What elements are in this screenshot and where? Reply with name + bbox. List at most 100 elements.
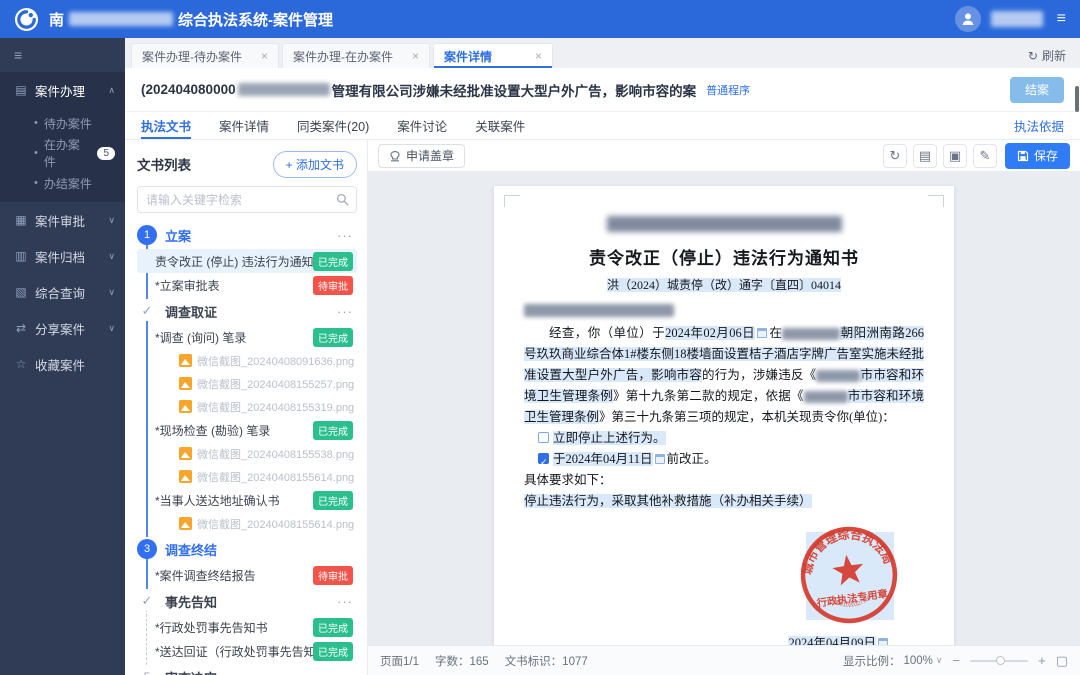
sidebar-subitem-label: 办结案件 [44, 175, 92, 192]
attachment-row[interactable]: 微信截图_20240408155257.png [137, 372, 357, 395]
subtab-4[interactable]: 关联案件 [475, 112, 525, 139]
ellipsis-menu-icon[interactable]: ··· [337, 594, 353, 609]
sidebar-item-3[interactable]: ▧综合查询∨ [0, 274, 125, 310]
document-row[interactable]: *调查 (询问) 笔录已完成 [137, 325, 357, 349]
sidebar-subitem-label: 待办案件 [44, 115, 92, 132]
tab-2[interactable]: 案件详情× [433, 43, 553, 68]
document-number: 洪（2024）城责停（改）通字〔直四〕04014 [524, 276, 924, 293]
sidebar-collapse-icon[interactable]: ≡ [0, 38, 125, 72]
user-avatar[interactable] [955, 6, 981, 32]
add-document-button[interactable]: + 添加文书 [273, 151, 357, 178]
tab-list: 案件办理-待办案件×案件办理-在办案件×案件详情× [131, 43, 553, 68]
chevron-down-icon: ∨ [108, 251, 115, 262]
ellipsis-menu-icon[interactable]: ··· [337, 228, 353, 243]
subtab-2[interactable]: 同类案件(20) [297, 112, 369, 139]
document-label: *案件调查终结报告 [155, 567, 256, 584]
section-title: 调查终结 [165, 540, 217, 559]
save-icon [1017, 150, 1029, 162]
sidebar-item-0[interactable]: ▤案件办理∧ [0, 72, 125, 108]
tab-1[interactable]: 案件办理-在办案件× [282, 43, 430, 68]
close-case-button[interactable]: 结案 [1010, 77, 1064, 103]
sidebar-subitem-0-1[interactable]: •在办案件5 [0, 138, 125, 168]
attachment-filename: 微信截图_20240408155319.png [197, 399, 354, 415]
vertical-scrollbar[interactable] [1075, 86, 1079, 112]
close-icon[interactable]: × [535, 49, 542, 63]
app-root: 南 综合执法系统-案件管理 ≡ ≡ ▤案件办理∧•待办案件•在办案件5•办结案件… [0, 0, 1080, 675]
printer-icon[interactable]: ▣ [943, 144, 967, 168]
sidebar-item-2[interactable]: ▥案件归档∨ [0, 238, 125, 274]
attachment-filename: 微信截图_20240408155614.png [197, 516, 354, 532]
search-box [137, 186, 357, 213]
document-row[interactable]: *行政处罚事先告知书已完成 [137, 615, 357, 639]
sidebar-subitem-label: 在办案件 [44, 136, 92, 170]
document-row[interactable]: *现场检查 (勘验) 笔录已完成 [137, 418, 357, 442]
sidebar-group-5: ☆收藏案件 [0, 346, 125, 382]
doc-section-4: 5审查决定··· [137, 663, 357, 675]
sidebar-item-5[interactable]: ☆收藏案件 [0, 346, 125, 382]
attachment-row[interactable]: 微信截图_20240408155538.png [137, 442, 357, 465]
document-row[interactable]: *当事人送达地址确认书已完成 [137, 488, 357, 512]
signature-icon[interactable]: ✎ [973, 144, 997, 168]
sidebar-item-4[interactable]: ⇄分享案件∨ [0, 310, 125, 346]
zoom-in-button[interactable]: + [1038, 653, 1046, 668]
chevron-up-icon: ∧ [108, 85, 115, 96]
attachment-row[interactable]: 微信截图_20240408155614.png [137, 512, 357, 535]
ellipsis-menu-icon[interactable]: ··· [337, 670, 353, 675]
redacted-text [782, 328, 840, 340]
document-list-panel: 文书列表 + 添加文书 1立案···责令改正 (停止) 违法行为通知书已完成*立… [125, 140, 368, 675]
document-row[interactable]: *案件调查终结报告待审批 [137, 563, 357, 587]
fit-screen-icon[interactable]: ▢ [1056, 653, 1068, 669]
app-title: 南 综合执法系统-案件管理 [49, 9, 333, 30]
request-seal-button[interactable]: 申请盖章 [378, 144, 465, 168]
tab-0[interactable]: 案件办理-待办案件× [131, 43, 279, 68]
subtab-1[interactable]: 案件详情 [219, 112, 269, 139]
sidebar-subitem-0-2[interactable]: •办结案件 [0, 168, 125, 198]
doc-check-icon[interactable]: ▤ [913, 144, 937, 168]
zoom-select[interactable]: 显示比例：100% ∨ [843, 653, 943, 669]
step-number: 1 [137, 225, 157, 245]
checkbox-unchecked[interactable] [538, 432, 549, 443]
refresh-icon[interactable]: ↻ [883, 144, 907, 168]
request-seal-label: 申请盖章 [406, 147, 454, 164]
section-title: 事先告知 [165, 592, 217, 611]
close-icon[interactable]: × [412, 49, 419, 63]
sidebar-item-1[interactable]: ▦案件审批∨ [0, 202, 125, 238]
app-logo-icon [14, 7, 39, 32]
case-title-text: 管理有限公司涉嫌未经批准设置大型户外广告，影响市容的案 [332, 80, 697, 100]
attachment-row[interactable]: 微信截图_20240408155614.png [137, 465, 357, 488]
checkbox-checked[interactable] [538, 453, 549, 464]
image-file-icon [179, 470, 192, 483]
attachment-filename: 微信截图_20240408155538.png [197, 446, 354, 462]
redacted-case-party [238, 83, 330, 96]
ellipsis-menu-icon[interactable]: ··· [337, 304, 353, 319]
zoom-slider[interactable] [970, 660, 1028, 662]
document-row[interactable]: 责令改正 (停止) 违法行为通知书已完成 [137, 249, 357, 273]
search-input[interactable] [137, 186, 357, 213]
redacted-issuing-authority [607, 216, 842, 232]
save-button[interactable]: 保存 [1005, 143, 1070, 169]
app-title-main: 综合执法系统-案件管理 [178, 9, 333, 30]
zoom-out-button[interactable]: − [953, 653, 961, 668]
subtab-3[interactable]: 案件讨论 [397, 112, 447, 139]
attachment-row[interactable]: 微信截图_20240408155319.png [137, 395, 357, 418]
status-badge: 待审批 [313, 276, 353, 295]
sidebar-subitem-0-0[interactable]: •待办案件 [0, 108, 125, 138]
refresh-button[interactable]: ↻ 刷新 [1028, 43, 1066, 68]
status-badge: 已完成 [313, 328, 353, 347]
calendar-icon [757, 328, 767, 338]
viewer-canvas: 责令改正（停止）违法行为通知书 洪（2024）城责停（改）通字〔直四〕04014… [368, 172, 1080, 645]
close-icon[interactable]: × [261, 49, 268, 63]
attachment-row[interactable]: 微信截图_20240408091636.png [137, 349, 357, 372]
document-row[interactable]: *送达回证（行政处罚事先告知书）已完成 [137, 639, 357, 663]
zoom-slider-thumb[interactable] [996, 656, 1005, 665]
document-row[interactable]: *立案审批表待审批 [137, 273, 357, 297]
sidebar-group-2: ▥案件归档∨ [0, 238, 125, 274]
zoom-value: 100% [904, 655, 933, 667]
doc-section-3: ✓事先告知···*行政处罚事先告知书已完成*送达回证（行政处罚事先告知书）已完成 [137, 587, 357, 663]
refresh-icon: ↻ [1028, 49, 1038, 63]
hamburger-icon[interactable]: ≡ [1057, 10, 1066, 28]
law-basis-link[interactable]: 执法依据 [1014, 112, 1064, 139]
subtab-0[interactable]: 执法文书 [141, 112, 191, 139]
doc-text-line: 立即停止上述行为。 [524, 428, 924, 449]
section-title: 审查决定 [165, 668, 217, 675]
